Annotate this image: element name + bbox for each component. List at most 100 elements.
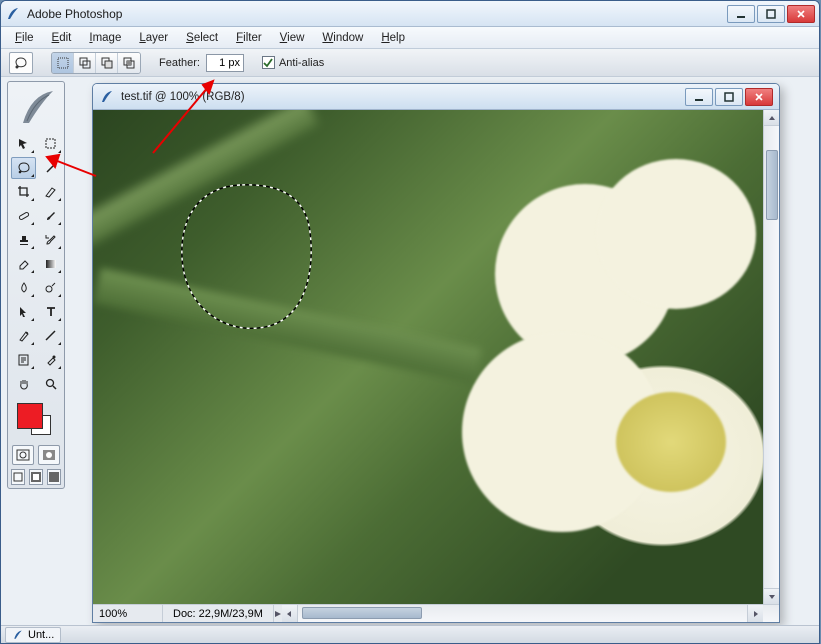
scroll-thumb-vertical[interactable] [766, 150, 778, 220]
slice-tool[interactable] [38, 181, 63, 203]
status-menu-arrow-icon[interactable] [274, 611, 282, 617]
move-icon [17, 137, 31, 151]
more-indicator-icon [31, 198, 34, 201]
doc-size-status[interactable]: Doc: 22,9M/23,9M [163, 605, 274, 622]
menu-select[interactable]: Select [178, 30, 226, 46]
magic-wand-tool[interactable] [38, 157, 63, 179]
scroll-left-button[interactable] [282, 605, 298, 623]
vertical-scrollbar[interactable] [763, 110, 779, 604]
doc-minimize-button[interactable] [685, 88, 713, 106]
tool-preset-picker[interactable] [9, 52, 33, 74]
document-window[interactable]: test.tif @ 100% (RGB/8) [92, 83, 780, 623]
more-indicator-icon [58, 198, 61, 201]
minimize-button[interactable] [727, 5, 755, 23]
eraser-icon [17, 257, 31, 271]
bandage-icon [17, 209, 31, 223]
scroll-right-button[interactable] [747, 605, 763, 623]
lasso-icon [14, 57, 28, 69]
more-indicator-icon [58, 222, 61, 225]
more-indicator-icon [31, 246, 34, 249]
scroll-down-button[interactable] [764, 588, 780, 604]
menu-window[interactable]: Window [314, 30, 371, 46]
taskbar-item-label: Unt... [28, 629, 54, 641]
toolbox[interactable] [7, 81, 65, 489]
zoom-tool[interactable] [38, 373, 63, 395]
blur-icon [17, 281, 31, 295]
menu-file[interactable]: File [7, 30, 42, 46]
pathsel-icon [17, 305, 31, 319]
eyedrop-icon [44, 353, 58, 367]
feather-label: Feather: [159, 57, 200, 69]
doc-maximize-button[interactable] [715, 88, 743, 106]
more-indicator-icon [31, 294, 34, 297]
selection-intersect-button[interactable] [118, 53, 140, 73]
more-indicator-icon [58, 270, 61, 273]
screen-full-button[interactable] [47, 469, 61, 485]
screen-standard-button[interactable] [11, 469, 25, 485]
histbrush-icon [44, 233, 58, 247]
selection-subtract-button[interactable] [96, 53, 118, 73]
dodge-tool[interactable] [38, 277, 63, 299]
healing-brush-tool[interactable] [11, 205, 36, 227]
document-titlebar[interactable]: test.tif @ 100% (RGB/8) [93, 84, 779, 110]
standard-mode-button[interactable] [12, 445, 34, 465]
brush-tool[interactable] [38, 205, 63, 227]
quick-mask-button[interactable] [38, 445, 60, 465]
titlebar[interactable]: Adobe Photoshop [1, 1, 819, 27]
menu-edit[interactable]: Edit [44, 30, 80, 46]
line-tool[interactable] [38, 325, 63, 347]
more-indicator-icon [31, 342, 34, 345]
move-tool[interactable] [11, 133, 36, 155]
more-indicator-icon [58, 342, 61, 345]
horizontal-scrollbar[interactable] [282, 605, 779, 622]
more-indicator-icon [31, 318, 34, 321]
eyedropper-tool[interactable] [38, 349, 63, 371]
clone-stamp-tool[interactable] [11, 229, 36, 251]
menu-layer[interactable]: Layer [131, 30, 176, 46]
close-button[interactable] [787, 5, 815, 23]
app-title: Adobe Photoshop [27, 7, 727, 21]
checkbox-icon [262, 56, 275, 69]
more-indicator-icon [58, 318, 61, 321]
document-canvas[interactable] [93, 110, 763, 604]
more-indicator-icon [31, 174, 34, 177]
more-indicator-icon [58, 366, 61, 369]
path-select-tool[interactable] [11, 301, 36, 323]
scroll-up-button[interactable] [764, 110, 780, 126]
selection-mode-group [51, 52, 141, 74]
maximize-button[interactable] [757, 5, 785, 23]
lasso-tool[interactable] [11, 157, 36, 179]
color-swatches[interactable] [11, 401, 61, 439]
menu-filter[interactable]: Filter [228, 30, 270, 46]
foreground-color-swatch[interactable] [17, 403, 43, 429]
more-indicator-icon [58, 246, 61, 249]
feather-input[interactable] [206, 54, 244, 72]
eraser-tool[interactable] [11, 253, 36, 275]
selection-add-button[interactable] [74, 53, 96, 73]
history-brush-tool[interactable] [38, 229, 63, 251]
marquee-tool[interactable] [38, 133, 63, 155]
brush-icon [44, 209, 58, 223]
menu-help[interactable]: Help [373, 30, 413, 46]
taskbar-document-item[interactable]: Unt... [5, 627, 61, 643]
antialias-label: Anti-alias [279, 57, 324, 69]
zoom-level[interactable]: 100% [93, 605, 163, 622]
scroll-thumb-horizontal[interactable] [302, 607, 422, 619]
app-window: Adobe Photoshop FileEditImageLayerSelect… [0, 0, 820, 644]
blur-tool[interactable] [11, 277, 36, 299]
notes-tool[interactable] [11, 349, 36, 371]
screen-full-menubar-button[interactable] [29, 469, 43, 485]
type-tool[interactable] [38, 301, 63, 323]
selection-new-button[interactable] [52, 53, 74, 73]
menu-view[interactable]: View [272, 30, 313, 46]
line-icon [44, 329, 58, 343]
document-icon [99, 89, 115, 105]
menu-image[interactable]: Image [81, 30, 129, 46]
more-indicator-icon [31, 366, 34, 369]
pen-tool[interactable] [11, 325, 36, 347]
gradient-tool[interactable] [38, 253, 63, 275]
antialias-checkbox[interactable]: Anti-alias [262, 56, 324, 69]
doc-close-button[interactable] [745, 88, 773, 106]
crop-tool[interactable] [11, 181, 36, 203]
hand-tool[interactable] [11, 373, 36, 395]
